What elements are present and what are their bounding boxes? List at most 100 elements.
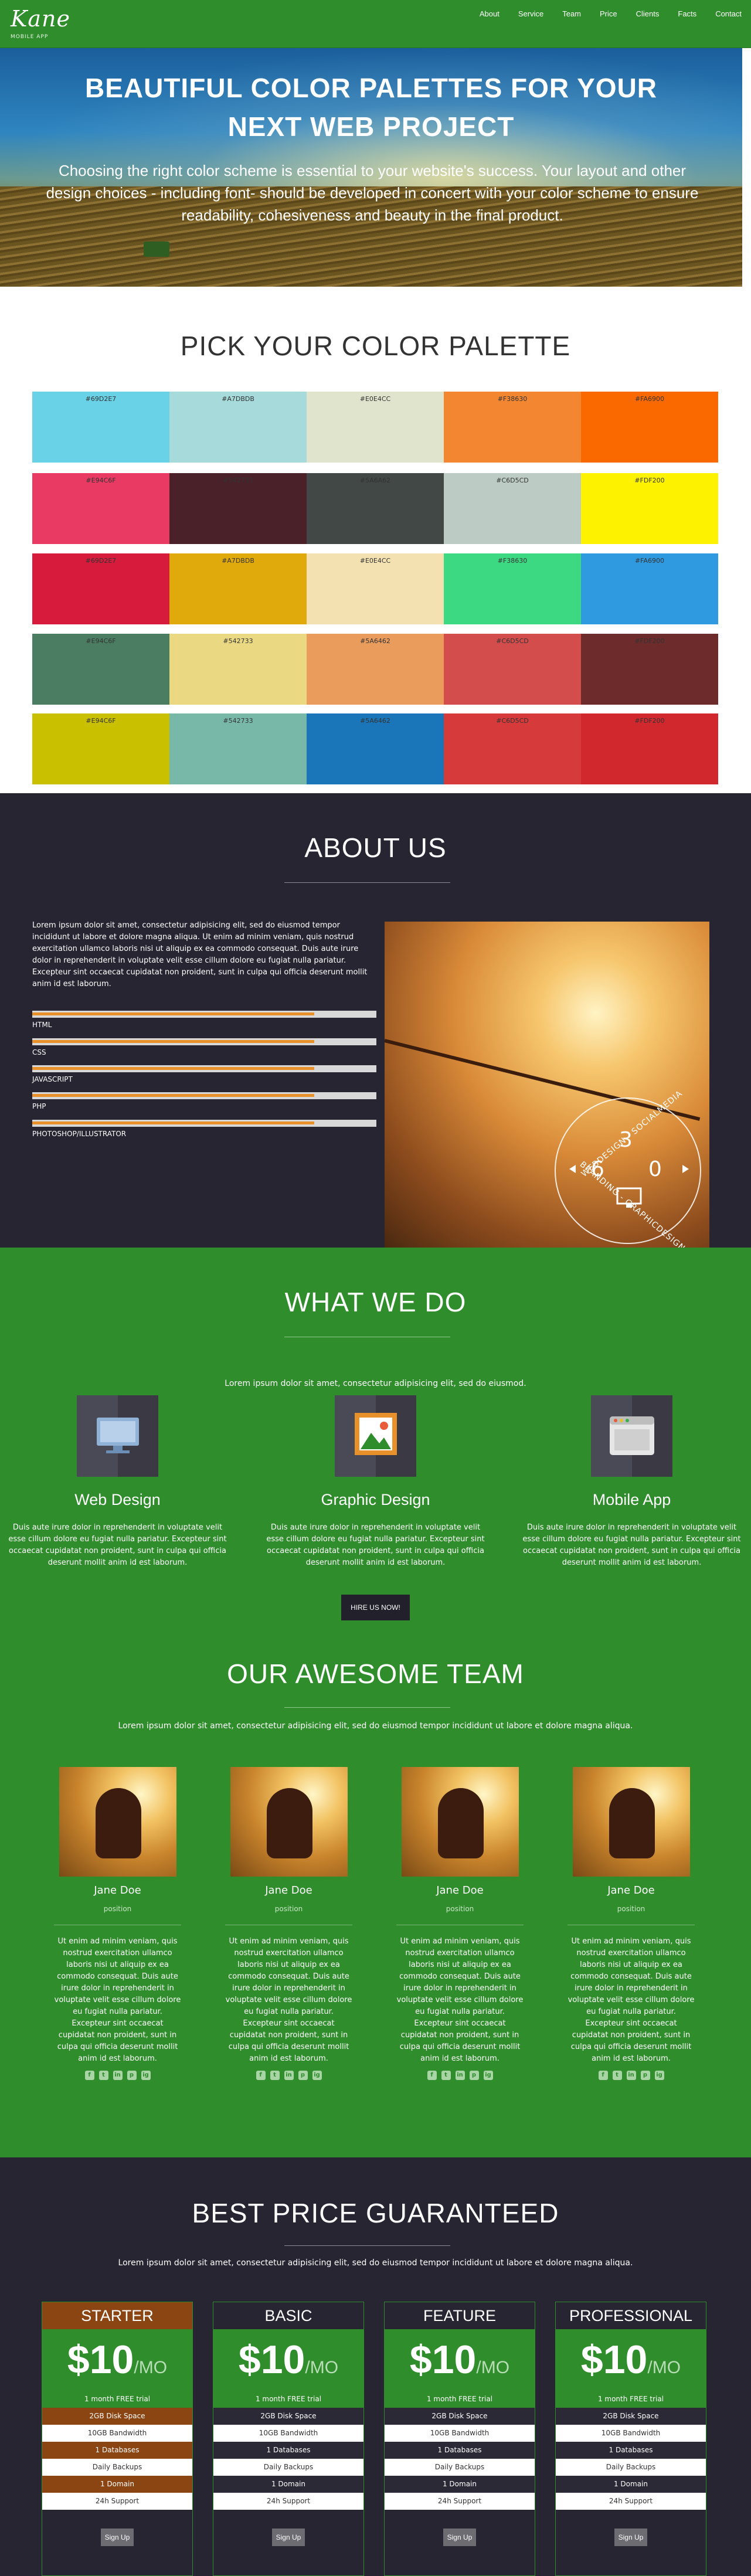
color-swatch[interactable]: #FA6900 xyxy=(581,553,718,624)
plan-feature: 24h Support xyxy=(213,2493,363,2510)
pinterest-icon[interactable]: p xyxy=(469,2071,479,2080)
twitter-icon[interactable]: t xyxy=(270,2071,280,2080)
swatch-label: #E94C6F xyxy=(86,637,116,645)
nav-link-about[interactable]: About xyxy=(480,9,499,22)
nav-link-service[interactable]: Service xyxy=(518,9,543,22)
twitter-icon[interactable]: t xyxy=(98,2071,108,2080)
color-swatch[interactable]: #F38630 xyxy=(444,392,581,463)
color-swatch[interactable]: #F38630 xyxy=(444,553,581,624)
logo[interactable]: Kane MOBILE APP xyxy=(8,5,84,43)
linkedin-icon[interactable]: in xyxy=(626,2071,636,2080)
plan-price: $10/MO xyxy=(213,2330,363,2391)
color-swatch[interactable]: #69D2E7 xyxy=(32,553,169,624)
color-swatch[interactable]: #FA6900 xyxy=(581,392,718,463)
twitter-icon[interactable]: t xyxy=(441,2071,451,2080)
color-swatch[interactable]: #FDF200 xyxy=(581,713,718,784)
sign-up-button[interactable]: Sign Up xyxy=(272,2529,305,2546)
nav-link-team[interactable]: Team xyxy=(562,9,581,22)
plan-amount: $10 xyxy=(238,2337,305,2382)
sign-up-button[interactable]: Sign Up xyxy=(443,2529,476,2546)
swatch-label: #A7DBDB xyxy=(222,557,254,565)
color-swatch[interactable]: #5A6462 xyxy=(307,634,444,705)
sign-up-button[interactable]: Sign Up xyxy=(101,2529,134,2546)
color-swatch[interactable]: #542733 xyxy=(169,473,307,544)
member-position: position xyxy=(617,1905,645,1913)
color-swatch[interactable]: #E0E4CC xyxy=(307,553,444,624)
palette-row: #69D2E7 #A7DBDB #E0E4CC #F38630 #FA6900 xyxy=(32,553,718,624)
badge-digit-6: 6 xyxy=(591,1157,604,1181)
color-swatch[interactable]: #E0E4CC xyxy=(307,392,444,463)
palette-row: #E94C6F #542733 #5A6462 #C6D5CD #FDF200 xyxy=(32,634,718,705)
facebook-icon[interactable]: f xyxy=(256,2071,266,2080)
instagram-icon[interactable]: ig xyxy=(483,2071,493,2080)
about-text: Lorem ipsum dolor sit amet, consectetur … xyxy=(32,921,368,988)
color-swatch[interactable]: #542733 xyxy=(169,634,307,705)
color-swatch[interactable]: #A7DBDB xyxy=(169,553,307,624)
plan-name: BASIC xyxy=(213,2302,363,2330)
color-swatch[interactable]: #FDF200 xyxy=(581,473,718,544)
member-photo xyxy=(401,1767,519,1877)
skill-track xyxy=(32,1038,376,1045)
pricing-plan-feature: FEATURE $10/MO 1 month FREE trial 2GB Disk … xyxy=(384,2302,535,2576)
color-swatch[interactable]: #A7DBDB xyxy=(169,392,307,463)
plan-feature: Daily Backups xyxy=(213,2459,363,2476)
plan-price: $10/MO xyxy=(42,2330,192,2391)
right-arrow-icon xyxy=(682,1165,689,1173)
member-bio: Ut enim ad minim veniam, quis nostrud ex… xyxy=(396,1937,524,2063)
swatch-label: #A7DBDB xyxy=(222,395,254,403)
monitor-icon xyxy=(616,1187,642,1208)
plan-amount: $10 xyxy=(409,2337,477,2382)
color-swatch[interactable]: #5A6462 xyxy=(307,713,444,784)
color-swatch[interactable]: #542733 xyxy=(169,713,307,784)
swatch-label: #F38630 xyxy=(497,395,528,403)
nav-link-facts[interactable]: Facts xyxy=(678,9,696,22)
about-section: ABOUT US Lorem ipsum dolor sit amet, con… xyxy=(0,793,751,1248)
linkedin-icon[interactable]: in xyxy=(284,2071,294,2080)
hire-us-button[interactable]: HIRE US NOW! xyxy=(341,1595,410,1620)
facebook-icon[interactable]: f xyxy=(427,2071,437,2080)
swatch-label: #5A6462 xyxy=(360,717,390,725)
plan-feature: 2GB Disk Space xyxy=(556,2408,706,2425)
color-swatch[interactable]: #E94C6F xyxy=(32,713,169,784)
service-title: Web Design xyxy=(74,1491,161,1508)
instagram-icon[interactable]: ig xyxy=(141,2071,151,2080)
facebook-icon[interactable]: f xyxy=(598,2071,608,2080)
color-swatch[interactable]: #E94C6F xyxy=(32,634,169,705)
linkedin-icon[interactable]: in xyxy=(455,2071,465,2080)
color-swatch[interactable]: #C6D5CD xyxy=(444,634,581,705)
instagram-icon[interactable]: ig xyxy=(654,2071,664,2080)
plan-name: FEATURE xyxy=(385,2302,535,2330)
plan-feature: 10GB Bandwidth xyxy=(556,2425,706,2442)
nav-link-clients[interactable]: Clients xyxy=(636,9,660,22)
skill-track xyxy=(32,1092,376,1099)
facebook-icon[interactable]: f xyxy=(84,2071,94,2080)
color-swatch[interactable]: #FDF200 xyxy=(581,634,718,705)
member-position: position xyxy=(103,1905,132,1913)
nav-link-price[interactable]: Price xyxy=(600,9,617,22)
plan-amount: $10 xyxy=(580,2337,648,2382)
pinterest-icon[interactable]: p xyxy=(298,2071,308,2080)
nav-link-contact[interactable]: Contact xyxy=(715,9,742,22)
color-swatch[interactable]: #C6D5CD xyxy=(444,473,581,544)
pricing-plan-basic: BASIC $10/MO 1 month FREE trial 2GB Disk Sp… xyxy=(213,2302,364,2576)
color-swatch[interactable]: #5A6A62 xyxy=(307,473,444,544)
linkedin-icon[interactable]: in xyxy=(113,2071,123,2080)
color-swatch[interactable]: #C6D5CD xyxy=(444,713,581,784)
swatch-label: #C6D5CD xyxy=(496,637,529,645)
sign-up-button[interactable]: Sign Up xyxy=(614,2529,647,2546)
swatch-label: #C6D5CD xyxy=(496,477,529,484)
palette-row: #E94C6F #542733 #5A6A62 #C6D5CD #FDF200 xyxy=(32,473,718,544)
color-swatch[interactable]: #69D2E7 xyxy=(32,392,169,463)
twitter-icon[interactable]: t xyxy=(612,2071,622,2080)
color-swatch[interactable]: #E94C6F xyxy=(32,473,169,544)
pinterest-icon[interactable]: p xyxy=(127,2071,137,2080)
team-member-card: Jane Doe position Ut enim ad minim veniam,… xyxy=(396,1767,524,2080)
pricing-section: BEST PRICE GUARANTEED Lorem ipsum dolor … xyxy=(0,2157,751,2576)
service-icon-box xyxy=(335,1395,416,1477)
service-text: Duis aute irure dolor in reprehenderit i… xyxy=(8,1523,227,1567)
plan-trial: 1 month FREE trial xyxy=(556,2391,706,2408)
plan-feature: Daily Backups xyxy=(42,2459,192,2476)
instagram-icon[interactable]: ig xyxy=(312,2071,322,2080)
pinterest-icon[interactable]: p xyxy=(640,2071,650,2080)
plan-trial: 1 month FREE trial xyxy=(42,2391,192,2408)
